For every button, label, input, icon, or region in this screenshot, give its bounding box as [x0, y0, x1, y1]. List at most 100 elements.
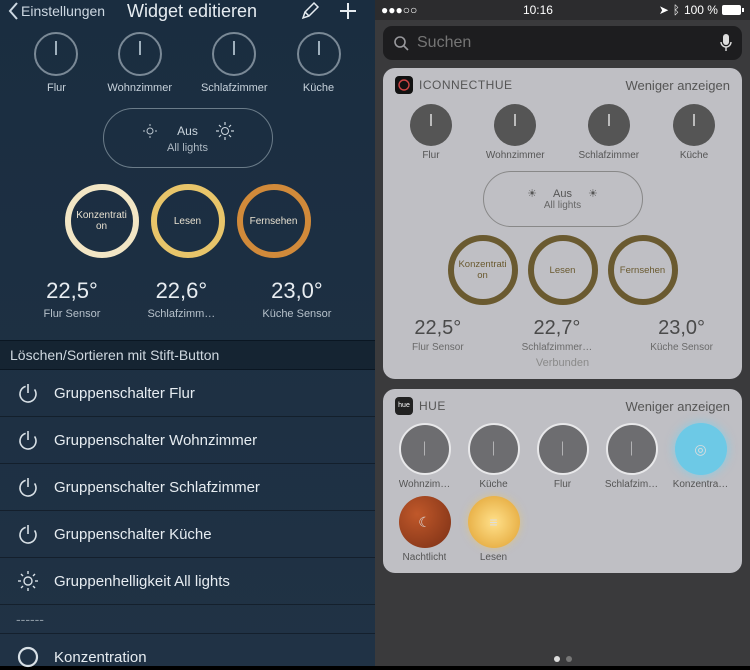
- power-icon: [16, 475, 40, 499]
- status-bar: ●●●○○ 10:16 ➤ ᛒ 100 %: [375, 0, 750, 20]
- power-icon: [212, 32, 256, 76]
- power-toggle-flur[interactable]: Flur: [34, 32, 78, 94]
- brightness-low-icon: [141, 122, 159, 140]
- power-icon: ｜: [399, 423, 451, 475]
- widget-power-kueche[interactable]: Küche: [673, 104, 715, 161]
- list-item-gruppenschalter-flur[interactable]: Gruppenschalter Flur: [0, 370, 375, 417]
- bluetooth-icon: ᛒ: [673, 3, 680, 17]
- widget-power-flur[interactable]: Flur: [410, 104, 452, 161]
- hue-scene-lesen[interactable]: ≡Lesen: [462, 496, 525, 563]
- sensor-row: 22,5° Flur Sensor 22,6° Schlafzimm… 23,0…: [20, 278, 355, 320]
- scene-fernsehen[interactable]: Fernsehen: [237, 184, 311, 258]
- power-icon: [410, 104, 452, 146]
- status-time: 10:16: [523, 3, 553, 17]
- list-item-gruppenhelligkeit[interactable]: Gruppenhelligkeit All lights: [0, 558, 375, 605]
- location-icon: ➤: [659, 3, 669, 17]
- power-toggle-wohnzimmer[interactable]: Wohnzimmer: [107, 32, 172, 94]
- collapse-button[interactable]: Weniger anzeigen: [625, 399, 730, 414]
- battery-icon: [722, 5, 744, 15]
- pager-dot-active: [554, 656, 560, 662]
- read-icon: ≡: [468, 496, 520, 548]
- edit-pencil-icon[interactable]: [299, 0, 321, 22]
- search-input[interactable]: [417, 34, 712, 52]
- power-icon: [494, 104, 536, 146]
- power-icon: [34, 32, 78, 76]
- all-lights-state: Aus: [177, 124, 198, 138]
- widgets-scroll[interactable]: ICONNECTHUE Weniger anzeigen Flur Wohnzi…: [375, 68, 750, 650]
- signal-icon: ●●●○○: [381, 3, 417, 17]
- editor-title: Widget editieren: [85, 1, 299, 22]
- widget-power-row: Flur Wohnzimmer Schlafzimmer Küche: [383, 98, 742, 165]
- battery-percent: 100 %: [684, 3, 718, 17]
- microphone-icon[interactable]: [720, 34, 732, 52]
- all-lights-label: All lights: [167, 142, 208, 154]
- hue-room-schlafzimmer[interactable]: ｜Schlafzim…: [600, 423, 663, 490]
- power-toggle-kueche[interactable]: Küche: [297, 32, 341, 94]
- power-icon: [118, 32, 162, 76]
- scene-row: Konzentration Lesen Fernsehen: [20, 184, 355, 258]
- hue-scene-nachtlicht[interactable]: ☾Nachtlicht: [393, 496, 456, 563]
- widget-hue: hue HUE Weniger anzeigen ｜Wohnzim… ｜Küch…: [383, 389, 742, 573]
- list-divider: ------: [0, 605, 375, 634]
- sensor-schlafzimmer: 22,6° Schlafzimm…: [147, 278, 215, 320]
- list-item-gruppenschalter-kueche[interactable]: Gruppenschalter Küche: [0, 511, 375, 558]
- moon-icon: ☾: [399, 496, 451, 548]
- widget-connection-status: Verbunden: [383, 357, 742, 369]
- scene-konzentration[interactable]: Konzentration: [65, 184, 139, 258]
- widget-scene-konzentration[interactable]: Konzentration: [448, 235, 518, 305]
- power-icon: ｜: [537, 423, 589, 475]
- widget-title: ICONNECTHUE: [419, 78, 513, 92]
- widget-all-lights[interactable]: ☀ Aus ☀ All lights: [483, 171, 643, 227]
- spotlight-search[interactable]: [383, 26, 742, 60]
- power-icon: [16, 428, 40, 452]
- power-icon: ｜: [606, 423, 658, 475]
- power-icon: [673, 104, 715, 146]
- widget-iconnecthue: ICONNECTHUE Weniger anzeigen Flur Wohnzi…: [383, 68, 742, 379]
- chevron-left-icon: [8, 2, 19, 20]
- widget-scene-fernsehen[interactable]: Fernsehen: [608, 235, 678, 305]
- brightness-icon: [16, 569, 40, 593]
- widget-sensor-schlafzimmer: 22,7°Schlafzimmer…: [522, 317, 593, 353]
- widget-scene-lesen[interactable]: Lesen: [528, 235, 598, 305]
- power-toggle-row: Flur Wohnzimmer Schlafzimmer Küche: [20, 32, 355, 94]
- scene-lesen[interactable]: Lesen: [151, 184, 225, 258]
- collapse-button[interactable]: Weniger anzeigen: [625, 78, 730, 93]
- add-plus-icon[interactable]: [337, 0, 359, 22]
- hue-room-flur[interactable]: ｜Flur: [531, 423, 594, 490]
- editor-header: Einstellungen Widget editieren: [0, 0, 375, 22]
- search-icon: [393, 35, 409, 51]
- brightness-high-icon: ☀: [588, 187, 598, 200]
- hue-room-wohnzimmer[interactable]: ｜Wohnzim…: [393, 423, 456, 490]
- widget-sensor-kueche: 23,0°Küche Sensor: [650, 317, 713, 353]
- list-item-konzentration[interactable]: Konzentration: [0, 634, 375, 670]
- list-item-gruppenschalter-schlafzimmer[interactable]: Gruppenschalter Schlafzimmer: [0, 464, 375, 511]
- widget-power-wohnzimmer[interactable]: Wohnzimmer: [486, 104, 545, 161]
- hue-scene-konzentration[interactable]: ◎Konzentra…: [669, 423, 732, 490]
- list-section-header: Löschen/Sortieren mit Stift-Button: [0, 340, 375, 370]
- power-toggle-schlafzimmer[interactable]: Schlafzimmer: [201, 32, 268, 94]
- brightness-high-icon: [216, 122, 234, 140]
- list-item-gruppenschalter-wohnzimmer[interactable]: Gruppenschalter Wohnzimmer: [0, 417, 375, 464]
- hue-badge-icon: hue: [395, 397, 413, 415]
- app-editor-panel: Einstellungen Widget editieren Flur Wohn…: [0, 0, 375, 666]
- today-view-panel: ●●●○○ 10:16 ➤ ᛒ 100 % ICONNECTHUE Wenige…: [375, 0, 750, 666]
- sensor-flur: 22,5° Flur Sensor: [44, 278, 101, 320]
- power-icon: [16, 381, 40, 405]
- iconnecthue-badge-icon: [395, 76, 413, 94]
- all-lights-brightness[interactable]: Aus All lights: [103, 108, 273, 168]
- power-icon: ｜: [468, 423, 520, 475]
- sensor-kueche: 23,0° Küche Sensor: [262, 278, 331, 320]
- power-icon: [16, 522, 40, 546]
- power-icon: [297, 32, 341, 76]
- pager-dot: [566, 656, 572, 662]
- widget-sensor-flur: 22,5°Flur Sensor: [412, 317, 464, 353]
- brightness-low-icon: ☀: [527, 187, 537, 200]
- widget-title: HUE: [419, 399, 446, 413]
- scene-ring-icon: [16, 645, 40, 669]
- widget-preview: Flur Wohnzimmer Schlafzimmer Küche Aus: [0, 22, 375, 340]
- power-icon: [588, 104, 630, 146]
- scene-on-icon: ◎: [675, 423, 727, 475]
- page-indicator: [375, 650, 750, 666]
- hue-room-kueche[interactable]: ｜Küche: [462, 423, 525, 490]
- widget-power-schlafzimmer[interactable]: Schlafzimmer: [579, 104, 640, 161]
